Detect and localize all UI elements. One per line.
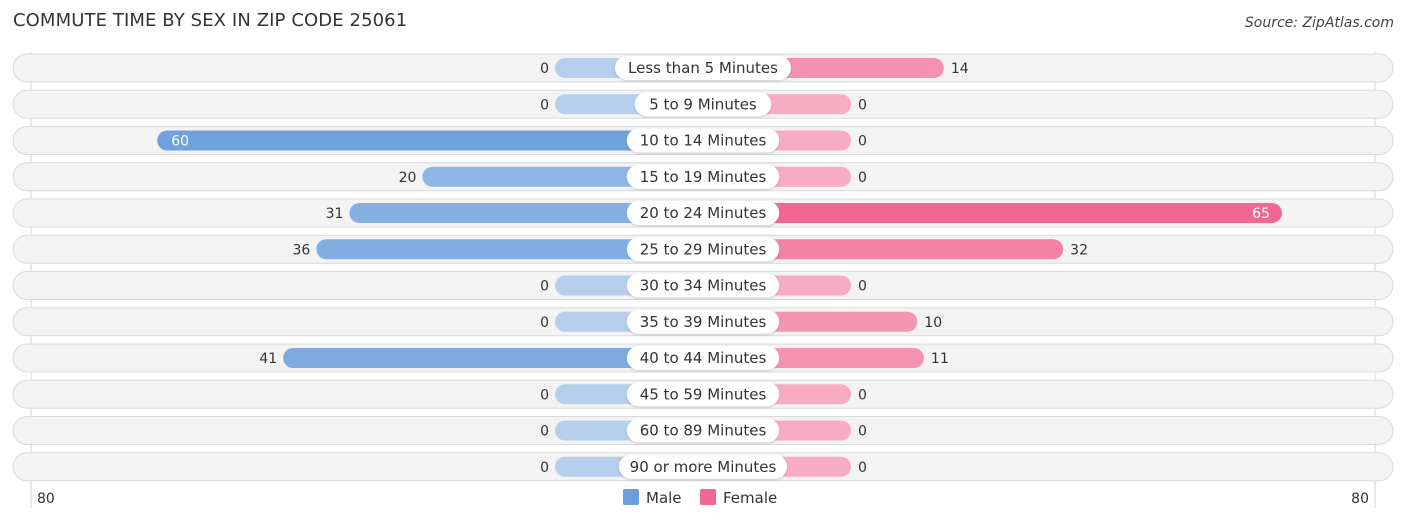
category-label: 10 to 14 Minutes: [640, 132, 767, 150]
chart-row: 0 0 30 to 34 Minutes: [12, 271, 1394, 300]
value-label-male: 0: [540, 387, 549, 403]
value-label-female: 0: [858, 134, 867, 150]
value-label-male: 0: [540, 315, 549, 331]
category-label: 40 to 44 Minutes: [640, 349, 767, 367]
legend-label-male: Male: [646, 489, 682, 507]
chart: 0 14 Less than 5 Minutes 0 0 5 to 9 Minutes 60…: [12, 52, 1394, 508]
chart-row: 0 0 90 or more Minutes: [12, 452, 1394, 482]
chart-row: 31 65 20 to 24 Minutes: [12, 198, 1394, 228]
value-label-female: 10: [924, 315, 942, 331]
category-label: 45 to 59 Minutes: [640, 385, 767, 403]
value-label-male: 41: [259, 351, 277, 367]
value-label-female: 0: [858, 424, 867, 440]
chart-row: 0 10 35 to 39 Minutes: [12, 307, 1394, 337]
category-label: 60 to 89 Minutes: [640, 422, 767, 440]
value-label-male: 20: [399, 170, 417, 186]
bar-female: [703, 203, 1282, 223]
value-label-female: 14: [951, 61, 969, 77]
value-label-female: 32: [1070, 242, 1088, 258]
value-label-female: 11: [931, 351, 949, 367]
chart-row: 41 11 40 to 44 Minutes: [12, 343, 1394, 373]
bar-male: [157, 130, 703, 151]
value-label-female: 0: [858, 97, 867, 113]
chart-row: 60 0 10 to 14 Minutes: [12, 126, 1394, 155]
category-label: 20 to 24 Minutes: [640, 204, 767, 222]
category-label: 15 to 19 Minutes: [640, 168, 767, 186]
value-label-female: 0: [858, 460, 867, 476]
chart-row: 0 14 Less than 5 Minutes: [12, 53, 1394, 83]
value-label-male: 0: [540, 61, 549, 77]
value-label-male: 31: [326, 206, 344, 222]
legend: Male Female: [623, 489, 777, 507]
category-label: 35 to 39 Minutes: [640, 313, 767, 331]
chart-row: 0 0 45 to 59 Minutes: [12, 379, 1394, 409]
value-label-female: 0: [858, 170, 867, 186]
category-label: 30 to 34 Minutes: [640, 277, 767, 295]
value-label-male: 36: [292, 242, 310, 258]
value-label-male: 60: [171, 134, 189, 150]
value-label-male: 0: [540, 460, 549, 476]
value-label-female: 0: [858, 387, 867, 403]
category-label: Less than 5 Minutes: [628, 59, 778, 77]
category-label: 25 to 29 Minutes: [640, 240, 767, 258]
chart-row: 20 0 15 to 19 Minutes: [12, 162, 1394, 192]
chart-row: 36 32 25 to 29 Minutes: [12, 234, 1394, 264]
axis-label-right: 80: [1351, 491, 1369, 507]
legend-label-female: Female: [723, 489, 777, 507]
value-label-male: 0: [540, 424, 549, 440]
value-label-male: 0: [540, 279, 549, 295]
chart-row: 0 0 5 to 9 Minutes: [12, 89, 1394, 119]
value-label-female: 0: [858, 279, 867, 295]
value-label-female: 65: [1252, 206, 1270, 222]
legend-swatch-female: [700, 489, 716, 505]
category-label: 90 or more Minutes: [630, 458, 777, 476]
legend-swatch-male: [623, 489, 639, 505]
value-label-male: 0: [540, 97, 549, 113]
chart-row: 0 0 60 to 89 Minutes: [12, 416, 1394, 445]
category-label: 5 to 9 Minutes: [649, 95, 757, 113]
axis-label-left: 80: [37, 491, 55, 507]
